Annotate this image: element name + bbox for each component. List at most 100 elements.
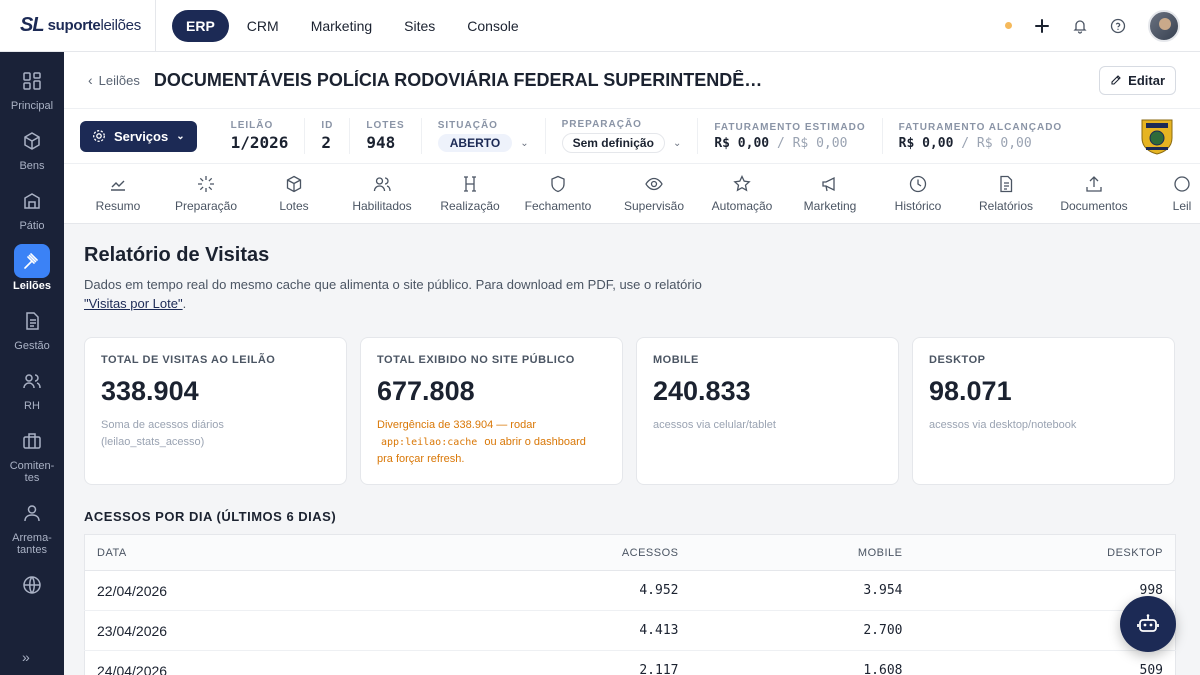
top-bar: SL suporteleilões ERP CRM Marketing Site… [0, 0, 1200, 52]
tab-relatorios[interactable]: Relatórios [962, 175, 1050, 213]
loader-icon [198, 175, 214, 192]
sidebar-item-label: RH [24, 400, 40, 412]
tab-lotes[interactable]: Lotes [250, 175, 338, 213]
lotes-field: LOTES 948 [350, 118, 422, 154]
edit-button[interactable]: Editar [1099, 65, 1176, 95]
situacao-field: SITUAÇÃO ABERTO ⌄ [422, 118, 546, 154]
situacao-select[interactable]: ABERTO ⌄ [437, 134, 529, 152]
assistant-bot-button[interactable] [1120, 596, 1176, 652]
stat-card-total-visitas: TOTAL DE VISITAS AO LEILÃO 338.904 Soma … [84, 337, 347, 485]
megaphone-icon [822, 176, 835, 191]
column-header: ACESSOS [404, 534, 691, 571]
sidebar-expand-icon[interactable]: » [22, 649, 30, 665]
eye-icon [645, 177, 663, 190]
topnav-erp[interactable]: ERP [172, 9, 229, 42]
chevron-left-icon: ‹ [88, 72, 93, 88]
tab-icon [1174, 175, 1190, 192]
tab-fechamento[interactable]: Fechamento [514, 175, 602, 213]
visitas-por-lote-link[interactable]: "Visitas por Lote" [84, 296, 183, 311]
sidebar-item-label: Leilões [13, 280, 51, 292]
brand-logo[interactable]: SL suporteleilões [0, 0, 156, 51]
sidebar-item-label: Bens [19, 160, 45, 172]
sidebar-item-arrematantes[interactable]: Arrema-tantes [0, 496, 64, 556]
column-header: DESKTOP [914, 534, 1176, 571]
tab-automacao[interactable]: Automação [698, 174, 786, 213]
sidebar-item-label: Principal [10, 100, 54, 112]
report-icon [1000, 175, 1013, 192]
faturamento-estimado-field: FATURAMENTO ESTIMADO R$ 0,00 / R$ 0,00 [698, 118, 883, 154]
tab-documentos[interactable]: Documentos [1050, 175, 1138, 213]
brand-name: suporteleilões [47, 17, 142, 34]
sidebar-item-label: Arrema-tantes [12, 532, 52, 556]
people-icon [373, 176, 391, 191]
table-row: 23/04/2026 4.413 2.700 [84, 610, 1176, 651]
topnav-console[interactable]: Console [453, 10, 532, 42]
tab-supervisao[interactable]: Supervisão [610, 175, 698, 213]
page-title: Relatório de Visitas [84, 244, 270, 266]
sidebar-item-label: Comiten-tes [9, 460, 55, 484]
tab-preparacao[interactable]: Preparação [162, 175, 250, 213]
report-content: Relatório de Visitas Dados em tempo real… [84, 224, 1176, 675]
gavel-icon [24, 253, 38, 269]
back-link[interactable]: ‹ Leilões [88, 72, 140, 88]
sidebar-item-comitentes[interactable]: Comiten-tes [0, 424, 64, 484]
topnav-sites[interactable]: Sites [390, 10, 449, 42]
avatar[interactable] [1148, 9, 1180, 42]
sidebar-item-label: Pátio [19, 220, 45, 232]
tab-resumo[interactable]: Resumo [74, 175, 162, 213]
tab-historico[interactable]: Histórico [874, 175, 962, 213]
sidebar-item-leiloes[interactable]: Leilões [0, 244, 64, 292]
brand-mark: SL [20, 14, 45, 36]
document-icon [26, 312, 39, 330]
sidebar-item-rh[interactable]: RH [0, 364, 64, 412]
tab-habilitados[interactable]: Habilitados [338, 175, 426, 213]
sidebar-item-sites[interactable] [0, 568, 64, 602]
tab-realizacao[interactable]: Realização [426, 175, 514, 213]
warehouse-icon [24, 193, 40, 209]
topnav-marketing[interactable]: Marketing [297, 10, 386, 42]
stat-card-desktop: DESKTOP 98.071 acessos via desktop/noteb… [912, 337, 1175, 485]
upload-icon [1086, 175, 1102, 192]
chevron-down-icon: ⌄ [176, 130, 185, 142]
star-icon [733, 174, 751, 191]
stat-card-mobile: MOBILE 240.833 acessos via celular/table… [636, 337, 899, 485]
table-header-row: DATA ACESSOS MOBILE DESKTOP [84, 534, 1176, 571]
top-nav: ERP CRM Marketing Sites Console [172, 9, 533, 42]
gear-icon [93, 130, 105, 142]
services-button[interactable]: Serviços ⌄ [80, 120, 197, 152]
auction-title: DOCUMENTÁVEIS POLÍCIA RODOVIÁRIA FEDERAL… [153, 69, 774, 90]
sidebar-item-principal[interactable]: Principal [0, 64, 64, 112]
column-header: DATA [84, 534, 405, 571]
sidebar-item-patio[interactable]: Pátio [0, 184, 64, 232]
sidebar-item-gestao[interactable]: Gestão [0, 304, 64, 352]
topnav-crm[interactable]: CRM [233, 10, 293, 42]
daily-access-table: DATA ACESSOS MOBILE DESKTOP 22/04/2026 4… [84, 534, 1176, 675]
table-row: 24/04/2026 2.117 1.608 509 [84, 650, 1176, 675]
sidebar-item-bens[interactable]: Bens [0, 124, 64, 172]
stat-card-total-exibido: TOTAL EXIBIDO NO SITE PÚBLICO 677.808 Di… [360, 337, 623, 485]
globe-icon [23, 576, 41, 594]
sidebar-item-label: Gestão [14, 340, 50, 352]
bell-icon[interactable] [1072, 18, 1088, 34]
grid-icon [23, 72, 41, 90]
stats-cards: TOTAL DE VISITAS AO LEILÃO 338.904 Soma … [84, 337, 1176, 485]
person-icon [24, 505, 40, 522]
id-field: ID 2 [305, 118, 351, 154]
column-header: MOBILE [690, 534, 915, 571]
tab-marketing[interactable]: Marketing [786, 175, 874, 213]
faturamento-alcancado-field: FATURAMENTO ALCANÇADO R$ 0,00 / R$ 0,00 [898, 121, 1063, 151]
box-icon [24, 132, 40, 150]
clock-icon [909, 175, 927, 192]
preparacao-select[interactable]: Sem definição ⌄ [561, 133, 681, 153]
auction-tabs: Resumo Preparação Lotes Habilitados Real… [64, 164, 1200, 224]
preparacao-field: PREPARAÇÃO Sem definição ⌄ [546, 118, 699, 154]
help-icon[interactable] [1110, 18, 1126, 34]
tab-leiloeiro[interactable]: Leil [1138, 175, 1200, 213]
daily-section-title: ACESSOS POR DIA (ÚLTIMOS 6 DIAS) [84, 509, 337, 524]
shield-icon [551, 175, 565, 192]
podium-icon [464, 175, 476, 192]
plus-icon[interactable] [1034, 18, 1050, 34]
page-subtitle: Dados em tempo real do mesmo cache que a… [84, 277, 702, 311]
auction-info-bar: Serviços ⌄ LEILÃO 1/2026 ID 2 LOTES 948 … [64, 108, 1200, 164]
edit-icon [1111, 75, 1121, 85]
